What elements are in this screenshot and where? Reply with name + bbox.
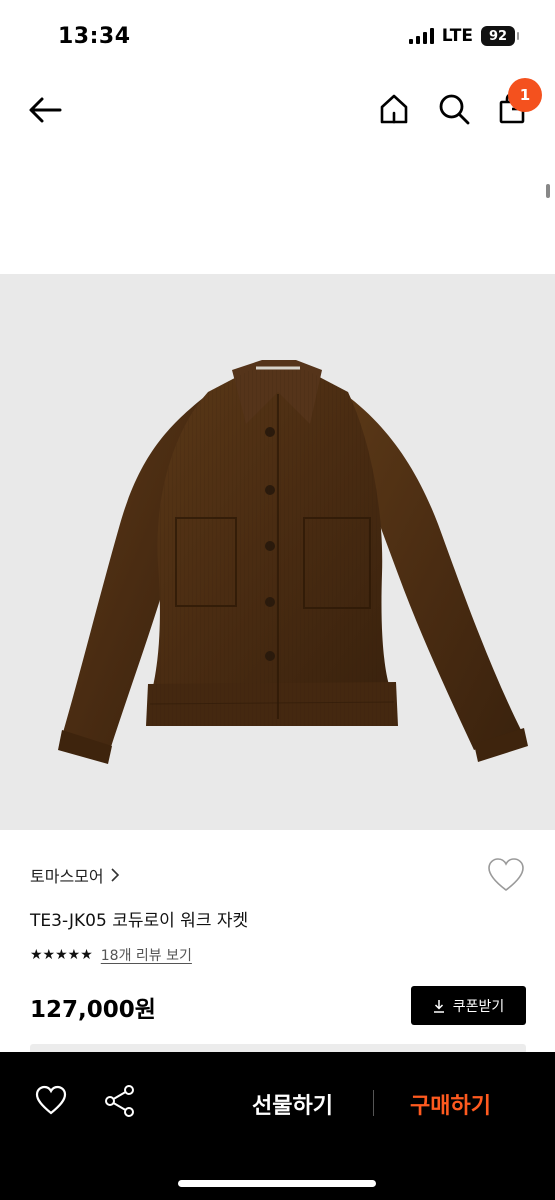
share-button[interactable] [104,1084,136,1118]
search-button[interactable] [437,92,471,126]
coupon-button[interactable]: 쿠폰받기 [411,986,526,1025]
corduroy-jacket-image [58,360,528,764]
status-indicators: LTE 92 [408,26,519,46]
battery-icon: 92 [481,26,519,46]
coupon-label: 쿠폰받기 [452,998,505,1015]
bottom-wishlist-button[interactable] [34,1084,68,1116]
status-bar: 13:34 LTE 92 [0,0,555,72]
review-link[interactable]: 18개 리뷰 보기 [101,945,192,965]
cart-count-badge: 1 [508,78,542,112]
bar-divider [373,1090,374,1116]
heart-icon [35,1085,67,1115]
heart-icon [488,858,524,892]
brand-name: 토마스모어 [30,867,104,886]
bottom-action-bar: 선물하기 구매하기 [0,1052,555,1200]
download-icon [433,999,444,1013]
home-button[interactable] [377,92,411,126]
arrow-left-icon [29,97,62,123]
home-icon [380,94,408,124]
back-button[interactable] [26,92,66,128]
product-name: TE3-JK05 코듀로이 워크 자켓 [30,911,249,931]
product-image[interactable] [0,274,555,830]
rating-row: ★★★★★ 18개 리뷰 보기 [30,945,192,965]
brand-link[interactable]: 토마스모어 [30,863,120,887]
network-label: LTE [441,26,473,46]
gift-button[interactable]: 선물하기 [252,1088,333,1120]
chevron-right-icon [111,868,119,882]
search-icon [439,94,470,125]
share-icon [105,1085,134,1117]
top-nav [0,80,555,140]
rating-stars: ★★★★★ [30,947,93,963]
signal-icon [408,28,434,44]
home-indicator [178,1180,376,1187]
battery-level: 92 [488,28,508,44]
scroll-indicator [546,184,550,198]
product-price: 127,000원 [30,997,156,1023]
wishlist-button[interactable] [486,856,526,894]
status-time: 13:34 [58,24,131,49]
buy-button[interactable]: 구매하기 [410,1088,491,1120]
